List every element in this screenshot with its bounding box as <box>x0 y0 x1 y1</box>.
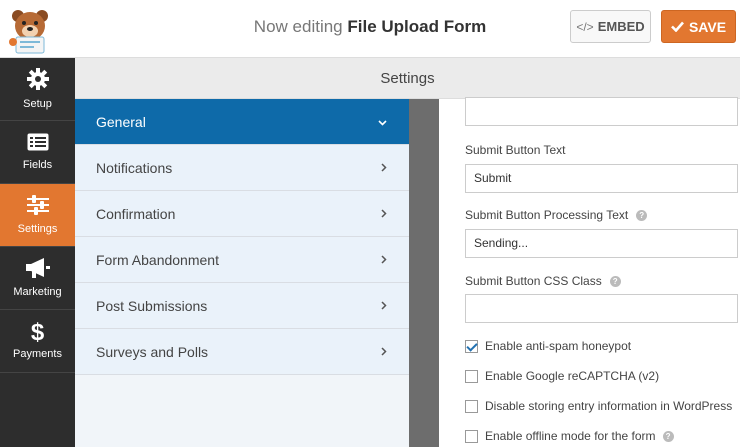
processing-text-label: Submit Button Processing Text ? <box>465 208 648 222</box>
section-form-abandonment[interactable]: Form Abandonment <box>75 237 409 283</box>
help-icon[interactable]: ? <box>636 209 648 221</box>
nav-label: Payments <box>13 348 62 360</box>
section-label: Form Abandonment <box>96 251 219 268</box>
section-post-submissions[interactable]: Post Submissions <box>75 283 409 329</box>
form-name: File Upload Form <box>347 17 487 36</box>
section-label: Post Submissions <box>96 297 208 314</box>
help-icon[interactable]: ? <box>662 430 674 442</box>
nav-label: Fields <box>22 159 53 171</box>
code-icon: </> <box>576 19 594 34</box>
nav-item-marketing[interactable]: Marketing <box>0 247 75 310</box>
checkbox-label: Enable Google reCAPTCHA (v2) <box>485 369 660 383</box>
label-text: Submit Button Text <box>465 143 566 157</box>
checkbox-recaptcha[interactable]: Enable Google reCAPTCHA (v2) <box>465 369 659 383</box>
section-label: Confirmation <box>96 205 176 222</box>
css-class-label: Submit Button CSS Class ? <box>465 274 621 288</box>
chevron-down-icon <box>378 115 387 129</box>
checkmark-icon <box>671 19 684 35</box>
nav-label: Setup <box>23 98 52 110</box>
embed-button[interactable]: </> EMBED <box>570 10 651 43</box>
settings-sections-panel: General Notifications Confirmation Form … <box>75 99 409 447</box>
settings-title: Settings <box>380 70 435 87</box>
save-button[interactable]: SAVE <box>661 10 736 43</box>
section-general[interactable]: General <box>75 99 409 145</box>
embed-label: EMBED <box>597 19 645 34</box>
chevron-right-icon <box>381 161 387 175</box>
list-icon <box>27 133 49 159</box>
title-prefix: Now editing <box>253 17 343 36</box>
section-confirmation[interactable]: Confirmation <box>75 191 409 237</box>
save-label: SAVE <box>688 18 727 35</box>
dollar-icon: $ <box>30 319 45 346</box>
left-nav: Setup Fields Settings Marketing $ Paymen… <box>0 58 75 447</box>
megaphone-icon <box>25 258 50 286</box>
chevron-right-icon <box>381 207 387 221</box>
checkbox-label: Enable offline mode for the form <box>485 429 656 443</box>
gear-icon <box>26 68 49 98</box>
settings-title-bar: Settings <box>75 58 740 99</box>
submit-text-input[interactable]: Submit <box>465 164 738 193</box>
wpforms-logo <box>4 4 56 54</box>
chevron-right-icon <box>381 345 387 359</box>
label-text: Submit Button CSS Class <box>465 274 602 288</box>
checkbox-honeypot[interactable]: Enable anti-spam honeypot <box>465 339 631 353</box>
panel-divider <box>409 99 439 447</box>
chevron-right-icon <box>381 253 387 267</box>
label-text: Submit Button Processing Text <box>465 208 629 222</box>
section-label: Notifications <box>96 159 173 176</box>
submit-text-label: Submit Button Text <box>465 143 566 157</box>
section-notifications[interactable]: Notifications <box>75 145 409 191</box>
section-surveys-and-polls[interactable]: Surveys and Polls <box>75 329 409 375</box>
nav-label: Settings <box>17 223 58 235</box>
checkbox-label: Enable anti-spam honeypot <box>485 339 632 353</box>
css-class-input[interactable] <box>465 294 738 323</box>
nav-item-setup[interactable]: Setup <box>0 58 75 121</box>
section-label: General <box>96 113 146 130</box>
top-bar: Now editing File Upload Form </> EMBED S… <box>0 0 740 58</box>
processing-text-input[interactable]: Sending... <box>465 229 738 258</box>
checkbox[interactable] <box>465 339 478 353</box>
top-text-field[interactable] <box>465 97 738 126</box>
nav-label: Marketing <box>13 286 62 298</box>
sliders-icon <box>26 195 49 223</box>
chevron-right-icon <box>381 299 387 313</box>
nav-item-payments[interactable]: $ Payments <box>0 310 75 373</box>
checkbox-disable-storing-entries[interactable]: Disable storing entry information in Wor… <box>465 399 732 413</box>
section-label: Surveys and Polls <box>96 343 209 360</box>
checkbox-label: Disable storing entry information in Wor… <box>485 399 733 413</box>
checkbox[interactable] <box>465 399 478 413</box>
checkbox-offline-mode[interactable]: Enable offline mode for the form ? <box>465 429 674 443</box>
nav-item-settings[interactable]: Settings <box>0 184 75 247</box>
checkbox[interactable] <box>465 429 478 443</box>
checkbox[interactable] <box>465 369 478 383</box>
help-icon[interactable]: ? <box>609 275 621 287</box>
general-settings-form: Submit Button Text Submit Submit Button … <box>439 97 740 447</box>
nav-item-fields[interactable]: Fields <box>0 121 75 184</box>
